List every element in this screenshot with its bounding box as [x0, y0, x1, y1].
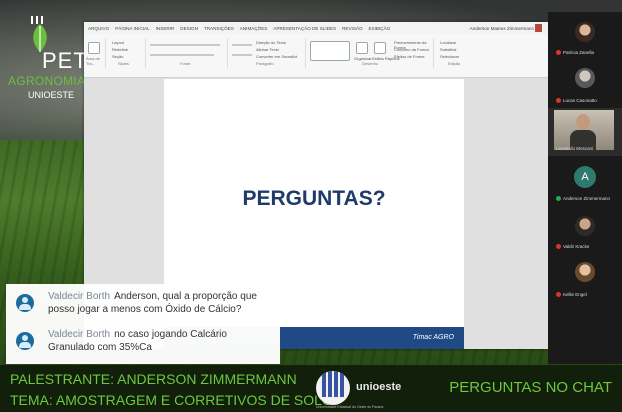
text-direction-button[interactable]: Direção do Texto	[256, 40, 286, 45]
tab-revisao[interactable]: REVISÃO	[342, 26, 362, 31]
participant-name: Anderson Zimmermann	[563, 196, 611, 201]
questions-in-chat: PERGUNTAS NO CHAT	[449, 379, 612, 396]
theme-line: TEMA: AMOSTRAGEM E CORRETIVOS DE SOLO	[10, 392, 333, 408]
participant-photo	[575, 68, 595, 88]
tab-animacoes[interactable]: ANIMAÇÕES	[240, 26, 268, 31]
layout-button[interactable]: Layout	[112, 40, 124, 45]
group-label-drawing: Desenho	[362, 61, 379, 66]
agronomia-label: AGRONOMIA	[8, 74, 86, 88]
chat-message: Valdecir Borth Anderson, qual a proporção…	[16, 290, 268, 316]
group-slides: Layout Redefinir Seção Slides	[106, 38, 146, 68]
chat-author: Valdecir Borth	[48, 329, 111, 340]
participant-name: Patricia Zanella	[563, 50, 595, 55]
group-clipboard: Área de Tra...	[84, 38, 106, 68]
bottom-banner: PALESTRANTE: ANDERSON ZIMMERMANN TEMA: A…	[0, 365, 622, 412]
participant-photo	[575, 262, 595, 282]
shape-outline-button[interactable]: Contorno da Forma	[394, 47, 429, 52]
paste-icon[interactable]	[88, 42, 100, 54]
arrange-icon[interactable]	[356, 42, 368, 54]
camera-feed	[554, 110, 614, 150]
select-button[interactable]: Selecionar	[440, 54, 459, 59]
group-label-clipboard: Área de Tra...	[86, 56, 101, 66]
tab-transicoes[interactable]: TRANSIÇÕES	[204, 26, 234, 31]
unioeste-name: unioeste	[356, 381, 402, 393]
quick-styles-icon[interactable]	[374, 42, 386, 54]
mic-on-icon	[556, 196, 561, 201]
group-drawing: Organizar Estilos Rápidos Preenchimento …	[306, 38, 434, 68]
find-button[interactable]: Localizar	[440, 40, 456, 45]
group-paragraph: Direção do Texto Alinhar Texto Converter…	[228, 38, 306, 68]
group-editing: Localizar Substituir Selecionar Edição	[434, 38, 484, 68]
participants-panel: Patricia Zanella Lucas Casonatto Leonard…	[548, 12, 622, 364]
group-font: Fonte	[146, 38, 228, 68]
chat-overlay: Valdecir Borth Anderson, qual a proporção…	[6, 284, 280, 364]
participant-tile-active[interactable]: Leonardo Mosconi	[548, 108, 622, 156]
shape-effects-button[interactable]: Efeitos de Forma	[394, 54, 424, 59]
speaker-line: PALESTRANTE: ANDERSON ZIMMERMANN	[10, 371, 297, 387]
list-controls[interactable]	[232, 44, 252, 46]
user-name[interactable]: Anderson Mateus Zimmermann	[470, 26, 534, 31]
participant-tile[interactable]: Valdir Kracke	[548, 212, 622, 254]
ribbon: Área de Tra... Layout Redefinir Seção Sl…	[84, 34, 548, 78]
reset-button[interactable]: Redefinir	[112, 47, 128, 52]
slide-brand: Timac AGRO	[412, 334, 454, 341]
group-label-slides: Slides	[118, 61, 129, 66]
chat-message: Valdecir Borth no caso jogando Calcário G…	[16, 328, 268, 354]
participant-photo	[575, 22, 595, 42]
group-label-paragraph: Parágrafo	[256, 61, 274, 66]
font-style-row[interactable]	[150, 54, 214, 56]
participant-tile[interactable]: Kellie Engel	[548, 258, 622, 300]
smartart-button[interactable]: Converter em SmartArt	[256, 54, 297, 59]
group-label-editing: Edição	[448, 61, 461, 66]
align-controls[interactable]	[232, 54, 252, 56]
user-avatar[interactable]	[535, 24, 542, 32]
participant-tile[interactable]: Patricia Zanella	[548, 18, 622, 60]
participant-tile[interactable]: Lucas Casonatto	[548, 64, 622, 106]
mic-muted-icon	[556, 98, 561, 103]
unioeste-emblem	[316, 371, 350, 405]
unioeste-label: UNIOESTE	[28, 90, 75, 100]
mic-muted-icon	[556, 50, 561, 55]
mic-muted-icon	[556, 244, 561, 249]
unioeste-subtitle: Universidade Estadual do Oeste do Paraná	[316, 405, 384, 409]
participant-name: Leonardo Mosconi	[556, 146, 594, 151]
participant-name: Lucas Casonatto	[563, 98, 597, 103]
group-label-font: Fonte	[180, 61, 191, 66]
replace-button[interactable]: Substituir	[440, 47, 457, 52]
mic-muted-icon	[556, 292, 561, 297]
shapes-gallery[interactable]	[310, 41, 350, 61]
align-text-button[interactable]: Alinhar Texto	[256, 47, 279, 52]
user-avatar-icon	[16, 332, 34, 350]
pet-label: PET	[42, 48, 88, 73]
slide-title[interactable]: PERGUNTAS?	[164, 187, 464, 211]
participant-initial: A	[574, 166, 596, 188]
participant-tile[interactable]: A Anderson Zimmermann	[548, 162, 622, 206]
participant-name: Kellie Engel	[563, 292, 587, 297]
ribbon-tabs: ARQUIVO PÁGINA INICIAL INSERIR DESIGN TR…	[84, 22, 548, 34]
tab-apresentacao[interactable]: APRESENTAÇÃO DE SLIDES	[273, 26, 336, 31]
tab-inserir[interactable]: INSERIR	[156, 26, 175, 31]
participant-name: Valdir Kracke	[563, 244, 590, 249]
unioeste-logo: unioeste Universidade Estadual do Oeste …	[316, 369, 436, 409]
section-button[interactable]: Seção	[112, 54, 123, 59]
tab-design[interactable]: DESIGN	[180, 26, 198, 31]
font-controls-row[interactable]	[150, 44, 220, 46]
tab-arquivo[interactable]: ARQUIVO	[88, 26, 109, 31]
participant-photo	[575, 216, 595, 236]
user-avatar-icon	[16, 294, 34, 312]
tab-pagina-inicial[interactable]: PÁGINA INICIAL	[115, 26, 149, 31]
tab-exibicao[interactable]: EXIBIÇÃO	[369, 26, 391, 31]
chat-author: Valdecir Borth	[48, 291, 111, 302]
